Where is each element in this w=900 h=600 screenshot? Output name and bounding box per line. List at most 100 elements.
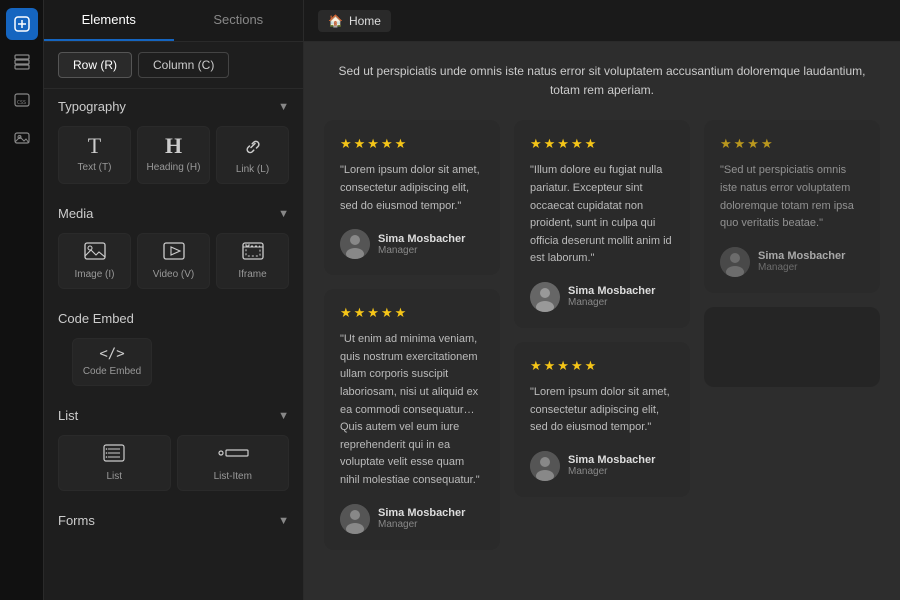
stars: ★★★★★ <box>340 305 484 321</box>
author-name: Sima Mosbacher <box>568 285 655 297</box>
media-chevron: ▼ <box>278 208 289 220</box>
list-chevron: ▼ <box>278 410 289 422</box>
list-icon <box>103 444 125 466</box>
home-tab[interactable]: 🏠 Home <box>318 10 391 32</box>
avatar <box>340 229 370 259</box>
home-tab-label: Home <box>349 14 381 28</box>
author-name: Sima Mosbacher <box>378 507 465 519</box>
stars: ★★★★★ <box>340 136 484 152</box>
testimonial-card: ★★★★★ "Illum dolore eu fugiat nulla pari… <box>514 120 690 328</box>
heading-element[interactable]: H Heading (H) <box>137 126 210 184</box>
add-button[interactable] <box>6 8 38 40</box>
main-area: 🏠 Home Sed ut perspiciatis unde omnis is… <box>304 0 900 600</box>
video-label: Video (V) <box>153 269 195 280</box>
author-name: Sima Mosbacher <box>378 233 465 245</box>
author-name: Sima Mosbacher <box>758 250 845 262</box>
quote-text: "Lorem ipsum dolor sit amet, consectetur… <box>530 384 674 437</box>
author-info: Sima Mosbacher Manager <box>568 454 655 477</box>
code-embed-section-header[interactable]: Code Embed <box>44 301 303 334</box>
stars: ★★★★★ <box>530 136 674 152</box>
dark-placeholder-card <box>704 307 880 387</box>
code-icon: </> <box>99 347 124 361</box>
quote-text: "Sed ut perspiciatis omnis iste natus er… <box>720 162 864 232</box>
author-role: Manager <box>758 262 845 273</box>
iframe-icon <box>242 242 264 264</box>
author-info: Sima Mosbacher Manager <box>568 285 655 308</box>
testimonial-col-2: ★★★★★ "Illum dolore eu fugiat nulla pari… <box>514 120 690 549</box>
typography-elements: T Text (T) H Heading (H) Link (L) <box>44 122 303 196</box>
link-label: Link (L) <box>236 164 269 175</box>
quote-text: "Ut enim ad minima veniam, quis nostrum … <box>340 331 484 489</box>
quote-text: "Lorem ipsum dolor sit amet, consectetur… <box>340 162 484 215</box>
author-row: Sima Mosbacher Manager <box>340 229 484 259</box>
iframe-element[interactable]: Iframe <box>216 233 289 289</box>
list-item-element[interactable]: List-Item <box>177 435 290 491</box>
code-embed-row: </> Code Embed <box>44 334 303 398</box>
avatar <box>720 247 750 277</box>
link-icon <box>243 135 263 159</box>
elements-tab[interactable]: Elements <box>44 0 174 41</box>
testimonial-card: ★★★★★ "Lorem ipsum dolor sit amet, conse… <box>324 120 500 275</box>
testimonials-container: ★★★★★ "Lorem ipsum dolor sit amet, conse… <box>304 120 900 549</box>
text-label: Text (T) <box>78 162 112 173</box>
testimonial-card: ★★★★ "Sed ut perspiciatis omnis iste nat… <box>704 120 880 292</box>
stars: ★★★★ <box>720 136 864 152</box>
quote-text: "Illum dolore eu fugiat nulla pariatur. … <box>530 162 674 268</box>
page-content: Sed ut perspiciatis unde omnis iste natu… <box>304 42 900 600</box>
typography-section-header[interactable]: Typography ▼ <box>44 89 303 122</box>
layers-button[interactable] <box>6 46 38 78</box>
sections-tab[interactable]: Sections <box>174 0 304 41</box>
media-elements: Image (I) Video (V) Iframe <box>44 229 303 301</box>
text-icon: T <box>88 135 101 157</box>
iframe-label: Iframe <box>238 269 266 280</box>
home-icon: 🏠 <box>328 14 343 28</box>
code-embed-element[interactable]: </> Code Embed <box>72 338 152 386</box>
author-info: Sima Mosbacher Manager <box>378 507 465 530</box>
author-role: Manager <box>378 245 465 256</box>
author-name: Sima Mosbacher <box>568 454 655 466</box>
image-label: Image (I) <box>74 269 114 280</box>
author-role: Manager <box>568 466 655 477</box>
forms-chevron: ▼ <box>278 515 289 527</box>
code-embed-label: Code Embed <box>83 366 141 377</box>
testimonial-col-1: ★★★★★ "Lorem ipsum dolor sit amet, conse… <box>324 120 500 549</box>
media-section-header[interactable]: Media ▼ <box>44 196 303 229</box>
layout-buttons: Row (R) Column (C) <box>44 42 303 89</box>
page-header-text: Sed ut perspiciatis unde omnis iste natu… <box>304 52 900 120</box>
author-row: Sima Mosbacher Manager <box>530 451 674 481</box>
author-role: Manager <box>568 297 655 308</box>
author-row: Sima Mosbacher Manager <box>530 282 674 312</box>
heading-icon: H <box>165 135 182 157</box>
column-button[interactable]: Column (C) <box>138 52 229 78</box>
left-panel: Elements Sections Row (R) Column (C) Typ… <box>44 0 304 600</box>
image-element[interactable]: Image (I) <box>58 233 131 289</box>
text-element[interactable]: T Text (T) <box>58 126 131 184</box>
icon-bar: CSS <box>0 0 44 600</box>
image-button[interactable] <box>6 122 38 154</box>
heading-label: Heading (H) <box>147 162 201 173</box>
stars: ★★★★★ <box>530 358 674 374</box>
forms-section-header[interactable]: Forms ▼ <box>44 503 303 536</box>
author-row: Sima Mosbacher Manager <box>720 247 864 277</box>
list-item-label: List-Item <box>214 471 252 482</box>
panel-tabs: Elements Sections <box>44 0 303 42</box>
author-row: Sima Mosbacher Manager <box>340 504 484 534</box>
testimonial-card: ★★★★★ "Lorem ipsum dolor sit amet, conse… <box>514 342 690 497</box>
link-element[interactable]: Link (L) <box>216 126 289 184</box>
main-toolbar: 🏠 Home <box>304 0 900 42</box>
row-button[interactable]: Row (R) <box>58 52 132 78</box>
list-item-icon <box>217 444 249 466</box>
list-section-header[interactable]: List ▼ <box>44 398 303 431</box>
canvas-area: Sed ut perspiciatis unde omnis iste natu… <box>304 42 900 600</box>
video-icon <box>163 242 185 264</box>
css-button[interactable]: CSS <box>6 84 38 116</box>
video-element[interactable]: Video (V) <box>137 233 210 289</box>
image-icon <box>84 242 106 264</box>
svg-text:CSS: CSS <box>17 100 26 106</box>
typography-chevron: ▼ <box>278 101 289 113</box>
avatar <box>530 451 560 481</box>
testimonial-card: ★★★★★ "Ut enim ad minima veniam, quis no… <box>324 289 500 549</box>
list-element[interactable]: List <box>58 435 171 491</box>
author-role: Manager <box>378 519 465 530</box>
author-info: Sima Mosbacher Manager <box>378 233 465 256</box>
